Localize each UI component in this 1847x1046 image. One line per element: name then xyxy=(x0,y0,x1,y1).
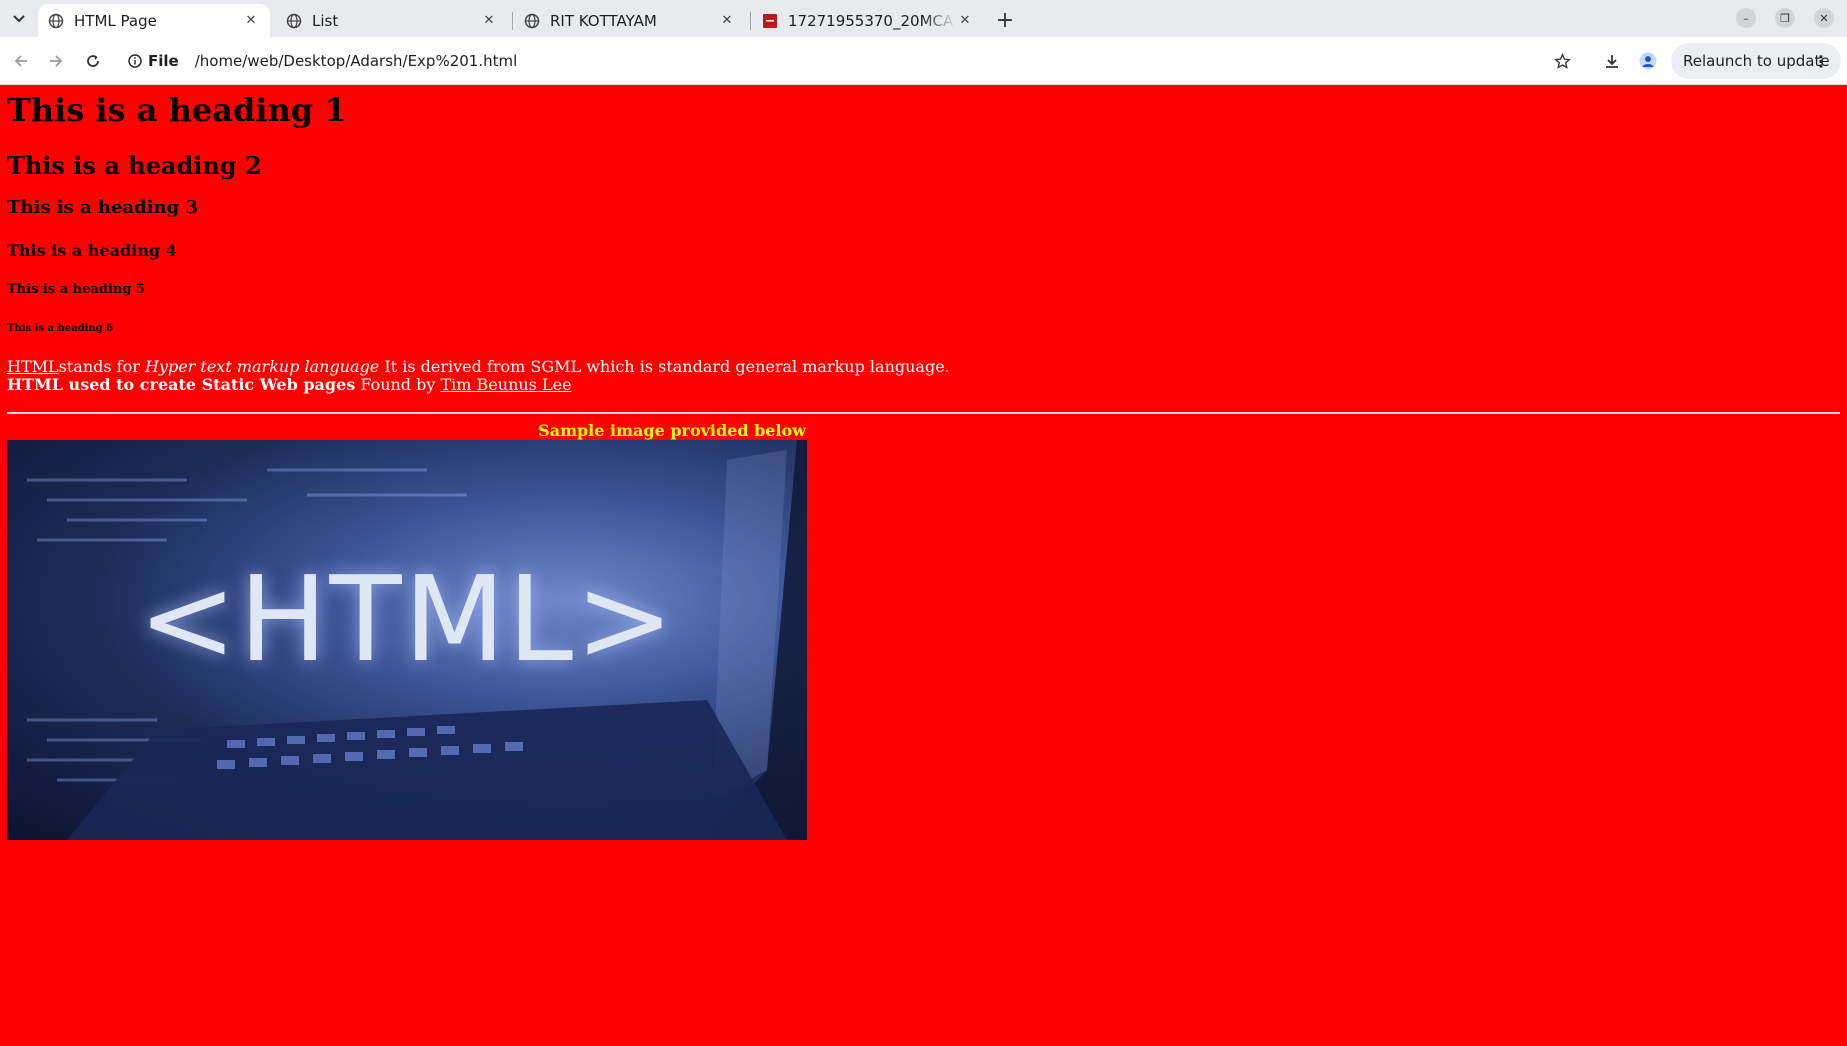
tab-separator xyxy=(512,12,513,30)
tab-strip: HTML Page ✕ List ✕ RIT KOTTAYAM ✕ 172719… xyxy=(0,0,1847,37)
close-icon[interactable]: ✕ xyxy=(718,12,736,30)
tab-separator xyxy=(750,12,751,30)
browser-toolbar: File /home/web/Desktop/Adarsh/Exp%201.ht… xyxy=(0,37,1847,85)
intro-paragraph: HTMLstands for Hyper text markup languag… xyxy=(7,358,950,394)
tab-title: List xyxy=(312,11,339,30)
close-icon[interactable]: ✕ xyxy=(956,12,974,30)
profile-avatar-icon[interactable] xyxy=(1634,47,1662,75)
tab-html-page[interactable]: HTML Page ✕ xyxy=(38,4,270,37)
relaunch-label: Relaunch to update xyxy=(1683,52,1830,70)
heading-1: This is a heading 1 xyxy=(7,91,347,129)
address-bar[interactable]: File /home/web/Desktop/Adarsh/Exp%201.ht… xyxy=(118,43,1588,79)
image-caption: Sample image provided below xyxy=(538,421,806,440)
restore-icon[interactable]: ❐ xyxy=(1775,8,1795,28)
tim-berners-lee-link[interactable]: Tim Beunus Lee xyxy=(441,375,572,394)
pdf-icon xyxy=(762,13,778,29)
bold-phrase: HTML used to create Static Web pages xyxy=(7,375,356,394)
back-arrow-icon[interactable] xyxy=(7,47,35,75)
tab-title: HTML Page xyxy=(74,11,157,30)
info-icon xyxy=(128,54,142,68)
heading-5: This is a heading 5 xyxy=(7,282,145,297)
download-icon[interactable] xyxy=(1598,47,1626,75)
heading-2: This is a heading 2 xyxy=(7,151,262,180)
heading-3: This is a heading 3 xyxy=(7,197,198,218)
paragraph-text: Found by xyxy=(355,375,441,394)
forward-arrow-icon[interactable] xyxy=(42,47,70,75)
reload-icon[interactable] xyxy=(79,47,107,75)
globe-icon xyxy=(524,13,540,29)
html-link[interactable]: HTML xyxy=(7,357,59,376)
tab-list[interactable]: List ✕ xyxy=(276,4,508,37)
italic-phrase: Hyper text markup language xyxy=(144,357,380,376)
scheme-label: File xyxy=(148,52,179,70)
tab-rit-kottayam[interactable]: RIT KOTTAYAM ✕ xyxy=(514,4,746,37)
minimize-icon[interactable]: – xyxy=(1736,8,1756,28)
horizontal-rule xyxy=(7,412,1840,414)
tab-title: RIT KOTTAYAM xyxy=(550,11,657,30)
url-text[interactable]: /home/web/Desktop/Adarsh/Exp%201.html xyxy=(195,52,518,70)
new-tab-plus-icon[interactable]: + xyxy=(992,7,1018,33)
tab-search-chevron-icon[interactable] xyxy=(6,6,32,32)
html-logo-text: <HTML> xyxy=(137,550,677,688)
close-icon[interactable]: ✕ xyxy=(480,12,498,30)
bookmark-star-icon[interactable] xyxy=(1548,47,1576,75)
tab-title: 17271955370_20MCA13 xyxy=(788,11,956,30)
close-window-icon[interactable]: ✕ xyxy=(1814,8,1834,28)
close-icon[interactable]: ✕ xyxy=(242,12,260,30)
globe-icon xyxy=(48,13,64,29)
relaunch-to-update-button[interactable]: Relaunch to update ⋮ xyxy=(1671,43,1841,79)
tab-pdf-document[interactable]: 17271955370_20MCA13 ✕ xyxy=(752,4,984,37)
more-menu-icon[interactable]: ⋮ xyxy=(1813,52,1829,71)
site-info-button[interactable]: File xyxy=(128,52,179,70)
html-laptop-image: <HTML> xyxy=(7,440,807,840)
paragraph-text: stands for xyxy=(58,357,145,376)
heading-6: This is a heading 6 xyxy=(7,323,114,334)
paragraph-text: It is derived from SGML which is standar… xyxy=(379,357,950,376)
heading-4: This is a heading 4 xyxy=(7,241,177,260)
globe-icon xyxy=(286,13,302,29)
